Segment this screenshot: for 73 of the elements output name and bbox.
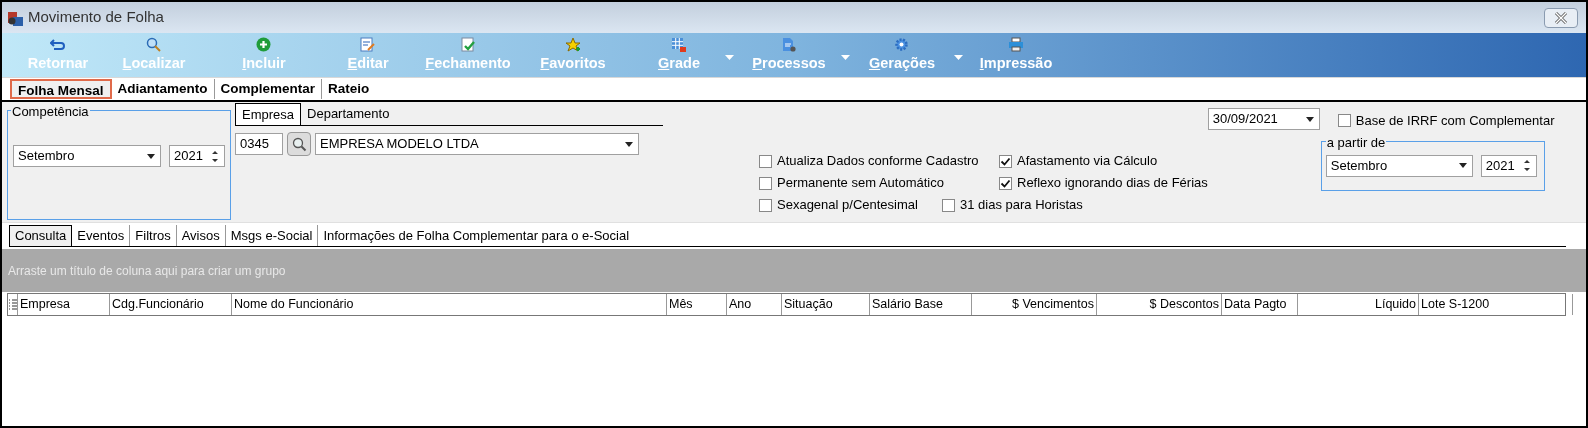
return-arrow-icon <box>50 37 66 53</box>
checkbox-label: Atualiza Dados conforme Cadastro <box>777 152 979 171</box>
checkbox[interactable] <box>759 154 772 168</box>
column-header[interactable]: Empresa <box>18 294 110 315</box>
caret-icon <box>725 54 734 60</box>
column-menu-button[interactable] <box>8 294 18 315</box>
tab[interactable]: Complementar <box>213 79 322 99</box>
document-gear-icon <box>781 37 797 53</box>
month-dropdown[interactable]: Setembro <box>13 145 161 167</box>
checkbox-label: 31 dias para Horistas <box>960 196 1083 215</box>
grid-icon <box>671 37 687 53</box>
caret-icon <box>1304 115 1315 123</box>
column-header[interactable]: Lote S-1200 <box>1419 294 1573 315</box>
spin-arrows-icon <box>210 149 220 163</box>
tab[interactable]: Msgs e-Social <box>224 225 318 246</box>
tab[interactable]: Avisos <box>175 225 225 246</box>
code-field[interactable]: 0345 <box>235 133 283 155</box>
company-dropdown[interactable]: EMPRESA MODELO LTDA <box>315 133 639 155</box>
window-title: Movimento de Folha <box>28 7 165 28</box>
column-header[interactable]: Data Pagto <box>1222 294 1298 315</box>
column-header[interactable]: Mês <box>667 294 727 315</box>
checkbox-label: Base de IRRF com Complementar <box>1355 112 1555 130</box>
caret-icon <box>624 140 634 148</box>
checkbox[interactable] <box>999 176 1012 190</box>
tab[interactable]: Adiantamento <box>111 79 214 99</box>
checked-document-icon <box>460 37 476 53</box>
check-icon <box>1000 155 1011 167</box>
tab[interactable]: Informações de Folha Complementar para o e-Social <box>317 225 635 246</box>
tab[interactable]: Consulta <box>9 225 73 246</box>
star-icon <box>565 37 581 53</box>
search-icon <box>146 37 162 53</box>
printer-icon <box>1008 37 1024 53</box>
tab[interactable]: Rateio <box>321 79 376 99</box>
year-spinner[interactable]: 2021 <box>1480 154 1537 177</box>
tab[interactable]: Empresa <box>235 103 302 125</box>
search-button[interactable] <box>287 132 311 156</box>
checkbox[interactable] <box>759 198 772 212</box>
close-icon <box>1554 10 1568 25</box>
caret-icon <box>841 54 850 60</box>
checkbox-label: Reflexo ignorando dias de Férias <box>1017 174 1208 193</box>
checkbox[interactable] <box>999 154 1012 168</box>
list-icon <box>8 299 17 310</box>
tab[interactable]: Departamento <box>301 103 396 125</box>
gear-icon <box>894 37 910 53</box>
close-button[interactable] <box>1544 7 1578 28</box>
group-panel-hint: Arraste um título de coluna aqui para criar um grupo <box>8 262 286 280</box>
check-icon <box>1000 177 1011 189</box>
column-header[interactable]: Salário Base <box>870 294 972 315</box>
checkbox[interactable] <box>1337 114 1351 128</box>
column-header[interactable]: Cdg.Funcionário <box>110 294 232 315</box>
year-spinner[interactable]: 2021 <box>169 145 225 167</box>
edit-document-icon <box>360 37 376 53</box>
checkbox-label: Permanente sem Automático <box>777 174 944 193</box>
date-dropdown[interactable]: 30/09/2021 <box>1207 108 1320 130</box>
checkbox-label: Sexagenal p/Centesimal <box>777 196 918 215</box>
column-header[interactable]: $ Descontos <box>1097 294 1222 315</box>
checkbox[interactable] <box>759 176 772 190</box>
tab[interactable]: Folha Mensal <box>10 79 112 99</box>
month-dropdown[interactable]: Setembro <box>1325 154 1473 177</box>
search-icon <box>291 136 307 152</box>
caret-icon <box>1457 162 1468 169</box>
tab[interactable]: Filtros <box>129 225 176 246</box>
column-header[interactable]: Situação <box>782 294 870 315</box>
checkbox-label: Afastamento via Cálculo <box>1017 152 1158 171</box>
column-header[interactable]: $ Vencimentos <box>972 294 1097 315</box>
caret-icon <box>146 152 156 160</box>
column-header[interactable]: Ano <box>727 294 782 315</box>
caret-icon <box>954 54 963 60</box>
checkbox[interactable] <box>942 198 955 212</box>
tab[interactable]: Eventos <box>72 225 130 246</box>
plus-icon <box>256 37 272 53</box>
column-header[interactable]: Líquido <box>1298 294 1419 315</box>
column-header[interactable]: Nome do Funcionário <box>232 294 667 315</box>
